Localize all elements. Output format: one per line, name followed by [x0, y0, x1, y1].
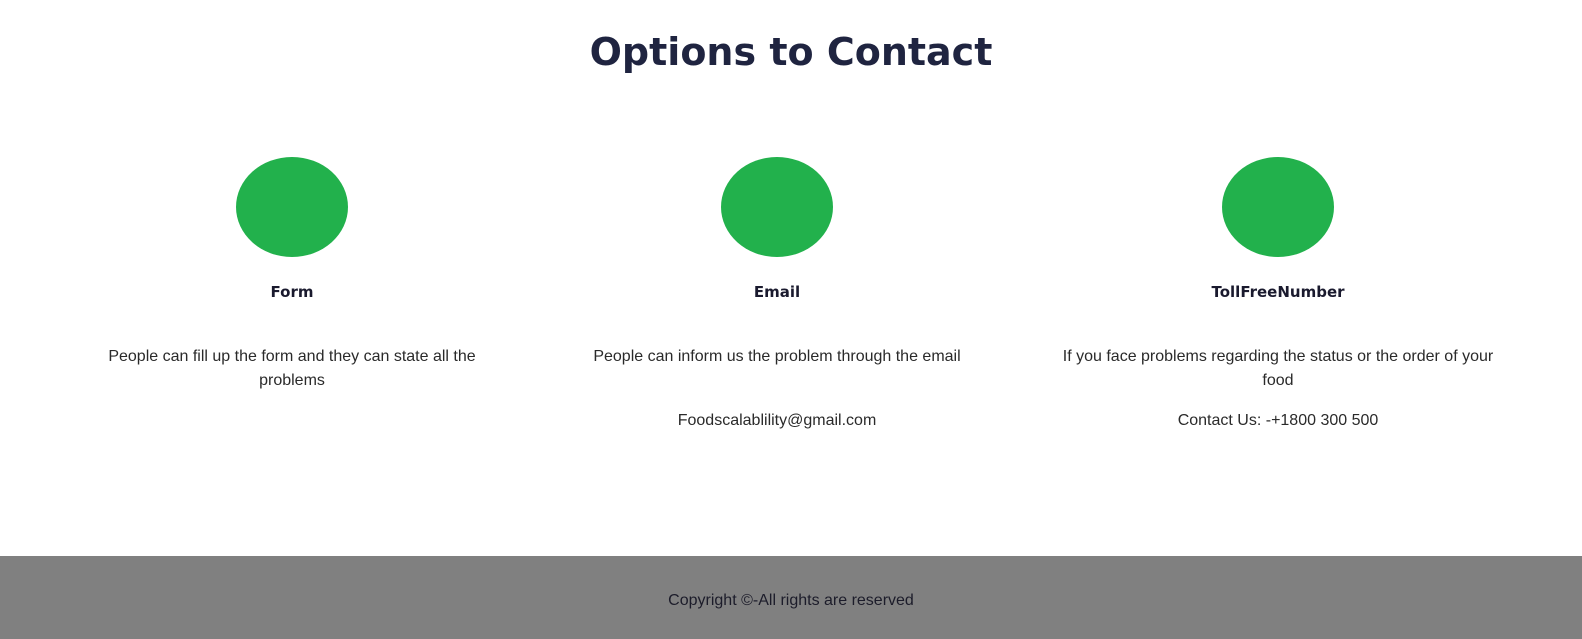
email-circle-icon — [721, 157, 833, 257]
form-circle-icon — [236, 157, 348, 257]
contact-option-title: Email — [753, 283, 801, 301]
contact-option-description: If you face problems regarding the statu… — [1062, 348, 1494, 389]
contact-option-title: Form — [270, 283, 314, 301]
contact-phone-number: Contact Us: -+1800 300 500 — [1177, 412, 1379, 429]
contact-option-toll-free: TollFreeNumber If you face problems rega… — [1053, 157, 1503, 433]
contact-option-form: Form People can fill up the form and the… — [100, 157, 484, 393]
footer-copyright: Copyright ©-All rights are reserved — [668, 592, 914, 609]
email-address: Foodscalablility@gmail.com — [677, 412, 877, 429]
contact-option-email: Email People can inform us the problem t… — [585, 157, 969, 433]
contact-option-title: TollFreeNumber — [1211, 283, 1345, 301]
contact-option-description: People can fill up the form and they can… — [108, 348, 476, 389]
phone-circle-icon — [1222, 157, 1334, 257]
page-title: Options to Contact — [589, 30, 993, 74]
footer: Copyright ©-All rights are reserved — [0, 556, 1582, 639]
contact-option-description: People can inform us the problem through… — [593, 348, 961, 365]
